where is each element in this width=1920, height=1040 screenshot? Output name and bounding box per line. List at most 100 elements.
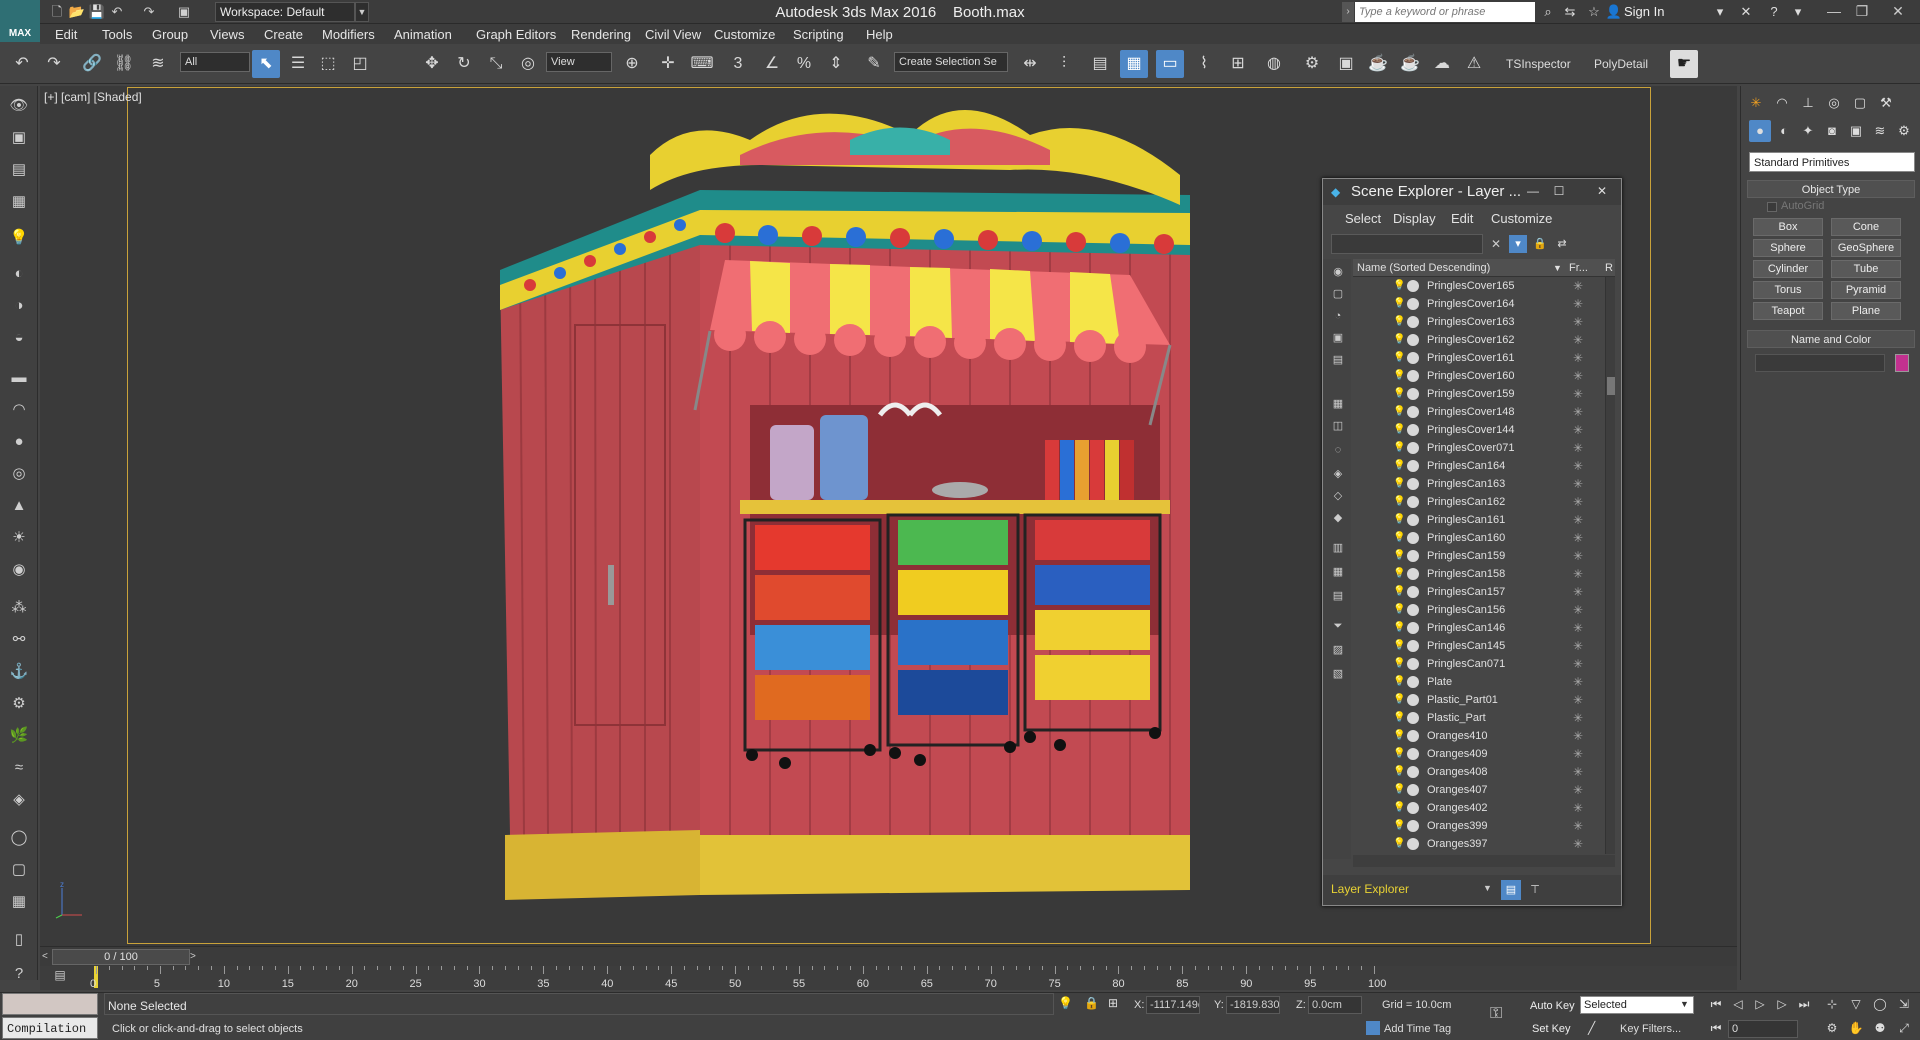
booth-3d-model[interactable] xyxy=(490,95,1230,935)
object-name[interactable]: PringlesCan164 xyxy=(1427,457,1505,475)
cone-icon[interactable]: ▲ xyxy=(7,494,31,518)
se-horizontal-scrollbar[interactable] xyxy=(1353,855,1615,867)
freeze-icon[interactable]: ✳ xyxy=(1573,457,1583,475)
visibility-icon[interactable] xyxy=(1407,298,1419,310)
exchange-apps-icon[interactable]: ✕ xyxy=(1736,2,1756,22)
light-bulb-icon[interactable]: 💡 xyxy=(1393,298,1405,309)
light-bulb-icon[interactable]: 💡 xyxy=(1393,424,1405,435)
scene-object-row[interactable]: 💡 Oranges407 ✳ xyxy=(1353,781,1603,799)
create-tab-icon[interactable]: ✳ xyxy=(1745,92,1767,114)
visibility-icon[interactable] xyxy=(1407,424,1419,436)
snaps-toggle-icon[interactable]: 3 xyxy=(724,50,752,78)
visibility-icon[interactable] xyxy=(1407,568,1419,580)
display-groups-icon[interactable]: ◈ xyxy=(1329,465,1347,483)
scene-object-row[interactable]: 💡 PringlesCan164 ✳ xyxy=(1353,457,1603,475)
warning-icon[interactable]: ⚠ xyxy=(1460,50,1488,78)
key-filters-button[interactable]: Key Filters... xyxy=(1620,1023,1681,1035)
freeze-icon[interactable]: ✳ xyxy=(1573,313,1583,331)
light-bulb-icon[interactable]: 💡 xyxy=(1393,406,1405,417)
pan-icon[interactable]: ✋ xyxy=(1846,1019,1866,1037)
layer-explorer-icon[interactable]: ▤ xyxy=(1086,50,1114,78)
menu-graph-editors[interactable]: Graph Editors xyxy=(476,26,556,44)
plant-icon[interactable]: 🌿 xyxy=(7,724,31,748)
window-crossing-icon[interactable]: ◰ xyxy=(346,50,374,78)
display-tab-icon[interactable]: ▢ xyxy=(1849,92,1871,114)
se-scrollbar-thumb[interactable] xyxy=(1607,377,1615,395)
scene-object-row[interactable]: 💡 PringlesCover165 ✳ xyxy=(1353,277,1603,295)
object-name[interactable]: PringlesCan162 xyxy=(1427,493,1505,511)
object-name-input[interactable] xyxy=(1755,354,1885,372)
select-all-icon[interactable]: ▨ xyxy=(1329,641,1347,659)
light-bulb-icon[interactable]: 💡 xyxy=(1393,784,1405,795)
visibility-icon[interactable] xyxy=(1407,676,1419,688)
light-bulb-icon[interactable]: 💡 xyxy=(1393,496,1405,507)
freeze-icon[interactable]: ✳ xyxy=(1573,655,1583,673)
scene-object-row[interactable]: 💡 Oranges399 ✳ xyxy=(1353,817,1603,835)
object-name[interactable]: PringlesCan146 xyxy=(1427,619,1505,637)
zoom-extents-icon[interactable]: ⊹ xyxy=(1822,995,1842,1013)
display-lights-icon[interactable]: ▤ xyxy=(1329,351,1347,369)
material-editor-icon[interactable]: ◍ xyxy=(1260,50,1288,78)
object-name[interactable]: PringlesCover148 xyxy=(1427,403,1514,421)
object-name[interactable]: PringlesCan161 xyxy=(1427,511,1505,529)
se-menu-select[interactable]: Select xyxy=(1345,211,1381,226)
autogrid-checkbox[interactable] xyxy=(1767,202,1777,212)
visibility-icon[interactable] xyxy=(1407,388,1419,400)
polydetail-button[interactable]: PolyDetail xyxy=(1594,52,1648,76)
helpers-icon[interactable]: ▣ xyxy=(1845,120,1867,142)
current-frame-field[interactable]: 0 xyxy=(1728,1020,1798,1038)
hair-fur-icon[interactable]: ≈ xyxy=(7,756,31,780)
se-menu-edit[interactable]: Edit xyxy=(1451,211,1473,226)
mode-dropdown-arrow-icon[interactable]: ▼ xyxy=(1483,883,1492,893)
col-render[interactable]: R xyxy=(1605,259,1613,277)
app-logo[interactable]: MAX xyxy=(0,0,40,42)
freeze-icon[interactable]: ✳ xyxy=(1573,601,1583,619)
display-all-icon[interactable]: ◉ xyxy=(1329,263,1347,281)
sort-by-hierarchy-icon[interactable]: ⊤ xyxy=(1525,880,1545,900)
go-to-end-icon[interactable]: ⏭ xyxy=(1794,995,1814,1013)
freeze-icon[interactable]: ✳ xyxy=(1573,565,1583,583)
object-name[interactable]: Oranges407 xyxy=(1427,781,1488,799)
freeze-icon[interactable]: ✳ xyxy=(1573,745,1583,763)
object-name[interactable]: Oranges397 xyxy=(1427,835,1488,853)
scene-object-row[interactable]: 💡 PringlesCan163 ✳ xyxy=(1353,475,1603,493)
scene-object-row[interactable]: 💡 PringlesCan162 ✳ xyxy=(1353,493,1603,511)
select-manipulate-icon[interactable]: ✛ xyxy=(654,50,682,78)
light-bulb-icon[interactable]: 💡 xyxy=(1393,604,1405,615)
unlink-icon[interactable]: ⛓ xyxy=(110,50,138,78)
sphere-icon[interactable]: ● xyxy=(7,430,31,454)
object-name[interactable]: Oranges410 xyxy=(1427,727,1488,745)
geosphere-button[interactable]: GeoSphere xyxy=(1831,239,1901,257)
sun-icon[interactable]: ☀ xyxy=(7,526,31,550)
cone-button[interactable]: Cone xyxy=(1831,218,1901,236)
time-tag-icon[interactable] xyxy=(1366,1021,1380,1035)
visibility-icon[interactable] xyxy=(1407,406,1419,418)
freeze-icon[interactable]: ✳ xyxy=(1573,583,1583,601)
visibility-icon[interactable] xyxy=(1407,586,1419,598)
light-bulb-icon[interactable]: 💡 xyxy=(1393,802,1405,813)
time-config-icon[interactable]: ⚙ xyxy=(1822,1019,1842,1037)
key-icon[interactable]: ⚿ xyxy=(1490,1005,1516,1025)
percent-snap-icon[interactable]: % xyxy=(790,50,818,78)
select-by-name-icon[interactable]: ☰ xyxy=(284,50,312,78)
render-online-icon[interactable]: ☁ xyxy=(1428,50,1456,78)
help-icon[interactable]: ? xyxy=(1764,2,1784,22)
visibility-icon[interactable] xyxy=(1407,316,1419,328)
freeze-icon[interactable]: ✳ xyxy=(1573,709,1583,727)
connect-icon[interactable]: ⚯ xyxy=(7,628,31,652)
object-name[interactable]: PringlesCover164 xyxy=(1427,295,1514,313)
bind-space-warp-icon[interactable]: ≋ xyxy=(144,50,172,78)
cursor-mode-icon[interactable]: ☛ xyxy=(1670,50,1698,78)
scene-object-row[interactable]: 💡 PringlesCover162 ✳ xyxy=(1353,331,1603,349)
close-icon[interactable]: ✕ xyxy=(1884,0,1912,22)
name-and-color-rollout[interactable]: Name and Color xyxy=(1747,330,1915,348)
freeze-icon[interactable]: ✳ xyxy=(1573,529,1583,547)
visibility-icon[interactable] xyxy=(1407,280,1419,292)
filter-icon[interactable]: ▾ xyxy=(1509,235,1527,253)
freeze-icon[interactable]: ✳ xyxy=(1573,349,1583,367)
dolly-icon[interactable]: ⇲ xyxy=(1894,995,1914,1013)
lights-icon[interactable]: 💡 xyxy=(7,226,31,250)
menu-animation[interactable]: Animation xyxy=(394,26,452,44)
scene-object-row[interactable]: 💡 Oranges409 ✳ xyxy=(1353,745,1603,763)
light-bulb-icon[interactable]: 💡 xyxy=(1393,370,1405,381)
